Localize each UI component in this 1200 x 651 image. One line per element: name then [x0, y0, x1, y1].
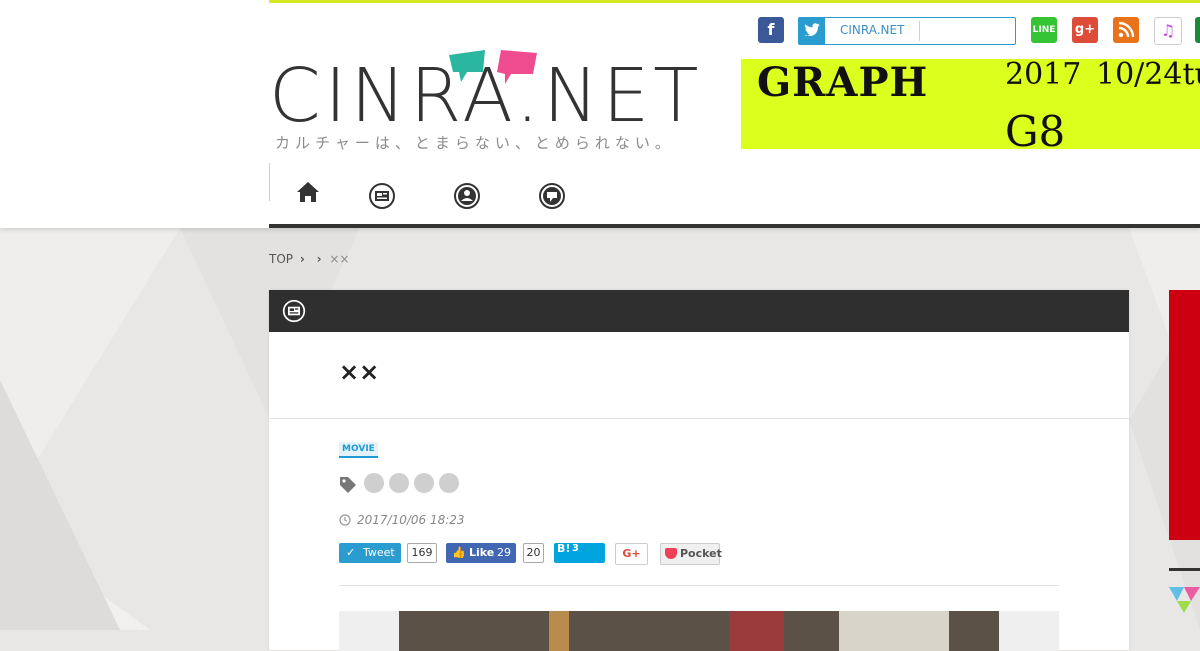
news-icon[interactable] — [368, 182, 396, 210]
divider — [339, 585, 1059, 586]
tag-icon — [340, 477, 356, 493]
category-badge[interactable]: MOVIE — [339, 442, 378, 458]
twitter-icon: ✓ — [346, 546, 356, 559]
breadcrumb-current: ×× — [329, 251, 350, 266]
tag-chip[interactable] — [439, 473, 459, 493]
news-icon — [282, 299, 306, 323]
breadcrumb-top-link[interactable]: TOP — [269, 252, 293, 266]
nav-underline — [269, 224, 1200, 228]
article-header-bar — [269, 290, 1129, 332]
thumbs-up-icon: 👍 — [452, 546, 466, 559]
site-logo[interactable]: CINRA.NET カルチャーは、とまらない、とめられない。 — [269, 50, 698, 152]
google-plus-label: G+ — [622, 547, 641, 560]
article-title: ×× — [339, 358, 380, 386]
twitter-icon — [799, 18, 825, 44]
hatena-label: B! — [557, 542, 571, 555]
chevron-right-icon: › — [299, 251, 305, 266]
like-inline-count: 29 — [497, 546, 511, 559]
people-icon[interactable] — [453, 182, 481, 210]
article-photo-image — [399, 611, 999, 651]
side-ad[interactable] — [1169, 290, 1200, 540]
divider — [919, 21, 920, 41]
home-icon[interactable] — [294, 178, 322, 206]
itunes-icon[interactable]: ♫ — [1154, 17, 1182, 45]
rss-icon[interactable] — [1113, 17, 1139, 43]
banner-brand: GRAPH — [757, 59, 929, 106]
tweet-label: Tweet — [363, 546, 395, 559]
banner-date: 10/24tue — [1096, 59, 1200, 92]
article-card: ×× MOVIE 2017/10/06 18:23 ✓ Tweet 169 👍 … — [269, 290, 1129, 651]
pocket-icon — [665, 548, 677, 559]
logo-bubble-teal-icon — [449, 50, 485, 82]
accent-line — [269, 0, 1200, 3]
like-count: 20 — [523, 543, 544, 563]
banner-venue: G8 — [1005, 107, 1066, 149]
google-plus-icon[interactable]: g+ — [1072, 17, 1098, 43]
hatena-bookmark-button[interactable]: B! 3 — [554, 542, 605, 563]
chat-icon[interactable] — [538, 182, 566, 210]
line-icon[interactable]: LINE — [1031, 17, 1057, 43]
google-plus-button[interactable]: G+ — [615, 543, 648, 565]
tweet-count: 169 — [407, 543, 437, 563]
tag-chip[interactable] — [414, 473, 434, 493]
article-photo — [339, 611, 1059, 651]
pocket-button[interactable]: Pocket — [660, 543, 722, 565]
nav-divider — [269, 163, 270, 201]
facebook-icon[interactable]: f — [758, 17, 784, 43]
banner-year: 2017 — [1005, 59, 1082, 92]
side-logo-icon — [1169, 587, 1200, 613]
chevron-right-icon: › — [316, 251, 322, 266]
twitter-follow-box[interactable]: CINRA.NET — [798, 17, 1016, 45]
logo-tagline: カルチャーは、とまらない、とめられない。 — [275, 134, 675, 152]
tag-chip[interactable] — [389, 473, 409, 493]
twitter-follow-label: CINRA.NET — [840, 23, 905, 37]
tweet-button[interactable]: ✓ Tweet — [339, 543, 401, 563]
banner-ad[interactable]: GRAPH 2017 10/24tue G8 — [741, 59, 1200, 149]
like-label: Like — [469, 546, 495, 559]
logo-bubble-pink-icon — [497, 50, 537, 84]
tag-chip[interactable] — [364, 473, 384, 493]
divider — [1169, 568, 1200, 571]
like-button[interactable]: 👍 Like 29 — [446, 543, 516, 563]
site-header: CINRA.NET カルチャーは、とまらない、とめられない。 f CINRA.N… — [0, 0, 1200, 228]
publish-date: 2017/10/06 18:23 — [339, 513, 465, 527]
hatena-count: 3 — [572, 543, 579, 554]
publish-date-text: 2017/10/06 18:23 — [357, 513, 465, 527]
pocket-label: Pocket — [680, 547, 722, 560]
app-icon[interactable] — [1195, 17, 1200, 43]
divider — [269, 418, 1129, 419]
breadcrumb: TOP › › ×× — [269, 251, 350, 266]
